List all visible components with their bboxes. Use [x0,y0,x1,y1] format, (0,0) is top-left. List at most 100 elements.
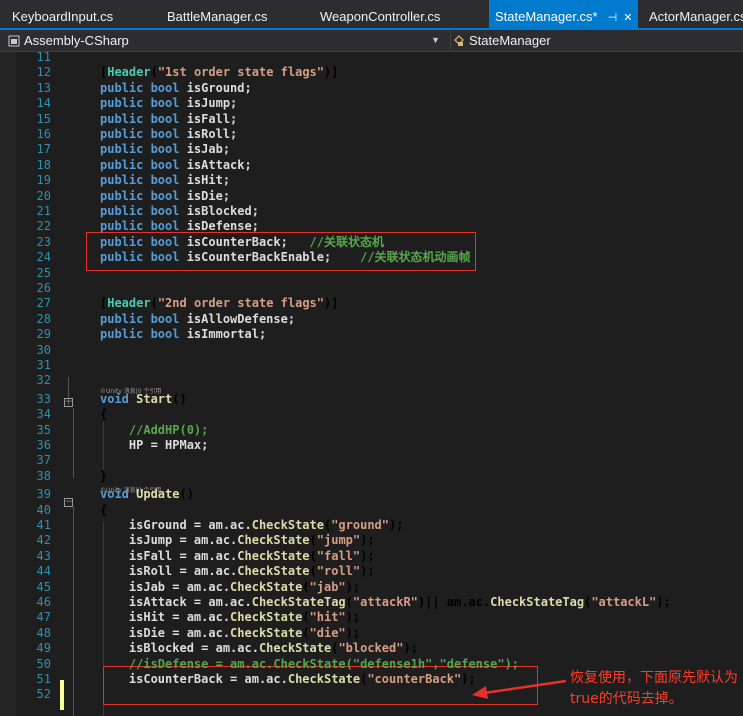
line-number: 23 [36,234,51,249]
code-token: Header [107,296,151,311]
annotation-note: 恢复使用，下面原先默认为true的代码去掉。 [570,670,738,707]
code-token: bool [150,327,187,342]
code-token: isCounterBack = am.ac. [100,672,288,686]
code-token: CheckState [237,533,310,548]
code-text: void Start() [100,392,187,407]
line-number: 26 [36,281,51,295]
close-tab-icon[interactable]: ✕ [623,12,632,24]
code-line[interactable]: 38} [0,469,743,484]
code-line[interactable]: 22 public bool isDefense; [0,219,743,234]
code-line[interactable]: 32 [0,373,743,388]
code-token: Header [107,65,151,80]
code-line[interactable]: 15 public bool isFall; [0,112,743,127]
code-line[interactable]: 43 isFall = am.ac.CheckState("fall"); [0,549,743,564]
code-token: public [100,327,151,342]
code-line[interactable]: 48 isDie = am.ac.CheckState("die"); [0,626,743,641]
code-line[interactable]: 47 isHit = am.ac.CheckState("hit"); [0,610,743,625]
code-text: isFall = am.ac.CheckState("fall"); [100,549,375,564]
code-token: bool [150,127,187,141]
code-token: ( [302,610,310,625]
tab-statemanager[interactable]: StateManager.cs* ⊣ ✕ [489,0,639,28]
code-token: bool [150,157,187,172]
code-token: CheckStateTag [251,595,346,609]
code-text: { [100,503,107,518]
code-line[interactable]: 21 public bool isBlocked; [0,204,743,219]
code-text: isRoll = am.ac.CheckState("roll"); [100,564,375,579]
code-token: "jab" [309,579,346,594]
code-token: { [100,502,108,517]
code-token: "jump" [316,533,361,548]
code-line[interactable]: 19 public bool isHit; [0,173,743,188]
code-line[interactable]: 42 isJump = am.ac.CheckState("jump"); [0,533,743,548]
code-line[interactable]: 35 //AddHP(0); [0,423,743,438]
code-text: [Header("1st order state flags")] [100,65,338,80]
code-token: isAttack; [186,157,252,172]
code-token: "fall" [316,548,361,563]
code-token: bool [150,111,187,126]
tab-battlemanager[interactable]: BattleManager.cs [167,0,267,28]
project-dropdown[interactable]: Assembly-CSharp ▼ [8,31,444,50]
tab-keyboardinput[interactable]: KeyboardInput.cs [12,0,113,28]
code-editor[interactable]: ©Unity 消息|0 个引用 ©Unity 消息|0 个引用 − − 11 12… [0,50,743,716]
code-line[interactable]: 24 public bool isCounterBackEnable; //关联状… [0,250,743,265]
code-token: isJab = am.ac. [100,579,231,594]
code-line[interactable]: 45 isJab = am.ac.CheckState("jab"); [0,580,743,595]
class-dropdown[interactable]: StateManager [450,31,743,50]
code-line[interactable]: 40 { [0,503,743,518]
code-token: ( [150,296,158,311]
code-line[interactable]: 11 [0,50,743,65]
line-number: 20 [36,188,51,203]
code-line[interactable]: 14 public bool isJump; [0,96,743,111]
code-text: isDie = am.ac.CheckState("die"); [100,626,360,641]
code-token: isGround; [186,80,252,95]
code-line[interactable]: 36 HP = HPMax; [0,438,743,453]
code-token: Start [136,391,173,406]
code-line[interactable]: 20 public bool isDie; [0,189,743,204]
code-line[interactable]: 34 { [0,407,743,422]
code-token: public [100,188,151,203]
code-line[interactable]: 37 [0,453,743,468]
code-line[interactable]: 25 [0,266,743,281]
code-line[interactable]: 27 [Header("2nd order state flags")] [0,296,743,311]
code-line[interactable]: 26 [0,281,743,296]
code-line[interactable]: 17 public bool isJab; [0,142,743,157]
code-line[interactable]: 18 public bool isAttack; [0,158,743,173]
tab-weaponcontroller[interactable]: WeaponController.cs [320,0,440,28]
code-token: bool [150,173,187,188]
code-token: ); [345,579,361,594]
code-line[interactable]: 31 [0,358,743,373]
code-token: ); [360,548,375,563]
code-token: ); [345,610,361,625]
tab-actormanager[interactable]: ActorManager.cs [649,0,743,28]
line-number: 11 [36,50,51,64]
code-token: //isDefense = am.ac.CheckState("defense1… [100,656,520,671]
line-number: 48 [36,625,51,640]
code-token: "1st order state flags" [157,65,324,80]
code-token: "attackL" [591,595,657,609]
line-number: 32 [36,373,51,388]
code-token: isDefense; [186,219,259,234]
code-line[interactable]: 13 public bool isGround; [0,81,743,96]
code-line[interactable]: 12 [Header("1st order state flags")] [0,65,743,80]
code-line[interactable]: 28 public bool isAllowDefense; [0,312,743,327]
code-text: public bool isJump; [100,96,237,111]
line-number: 22 [36,219,51,234]
code-line[interactable]: 39 void Update() [0,487,743,502]
code-line[interactable]: 33 void Start() [0,392,743,407]
code-line[interactable]: 23 public bool isCounterBack; //关联状态机 [0,235,743,250]
code-text: public bool isCounterBackEnable; //关联状态机… [100,250,471,265]
code-line[interactable]: 29 public bool isImmortal; [0,327,743,342]
code-line[interactable]: 44 isRoll = am.ac.CheckState("roll"); [0,564,743,579]
code-line[interactable]: 46 isAttack = am.ac.CheckStateTag("attac… [0,595,743,610]
code-line[interactable]: 16 public bool isRoll; [0,127,743,142]
line-number: 25 [36,265,51,280]
line-number: 37 [36,453,51,468]
code-line[interactable]: 49 isBlocked = am.ac.CheckState("blocked… [0,641,743,656]
pin-icon[interactable]: ⊣ [608,12,618,24]
code-token: ); [461,672,476,686]
code-line[interactable]: 41 isGround = am.ac.CheckState("ground")… [0,518,743,533]
class-icon [454,35,464,46]
code-token: ( [345,595,353,609]
line-number: 14 [36,96,51,111]
code-line[interactable]: 30 [0,343,743,358]
